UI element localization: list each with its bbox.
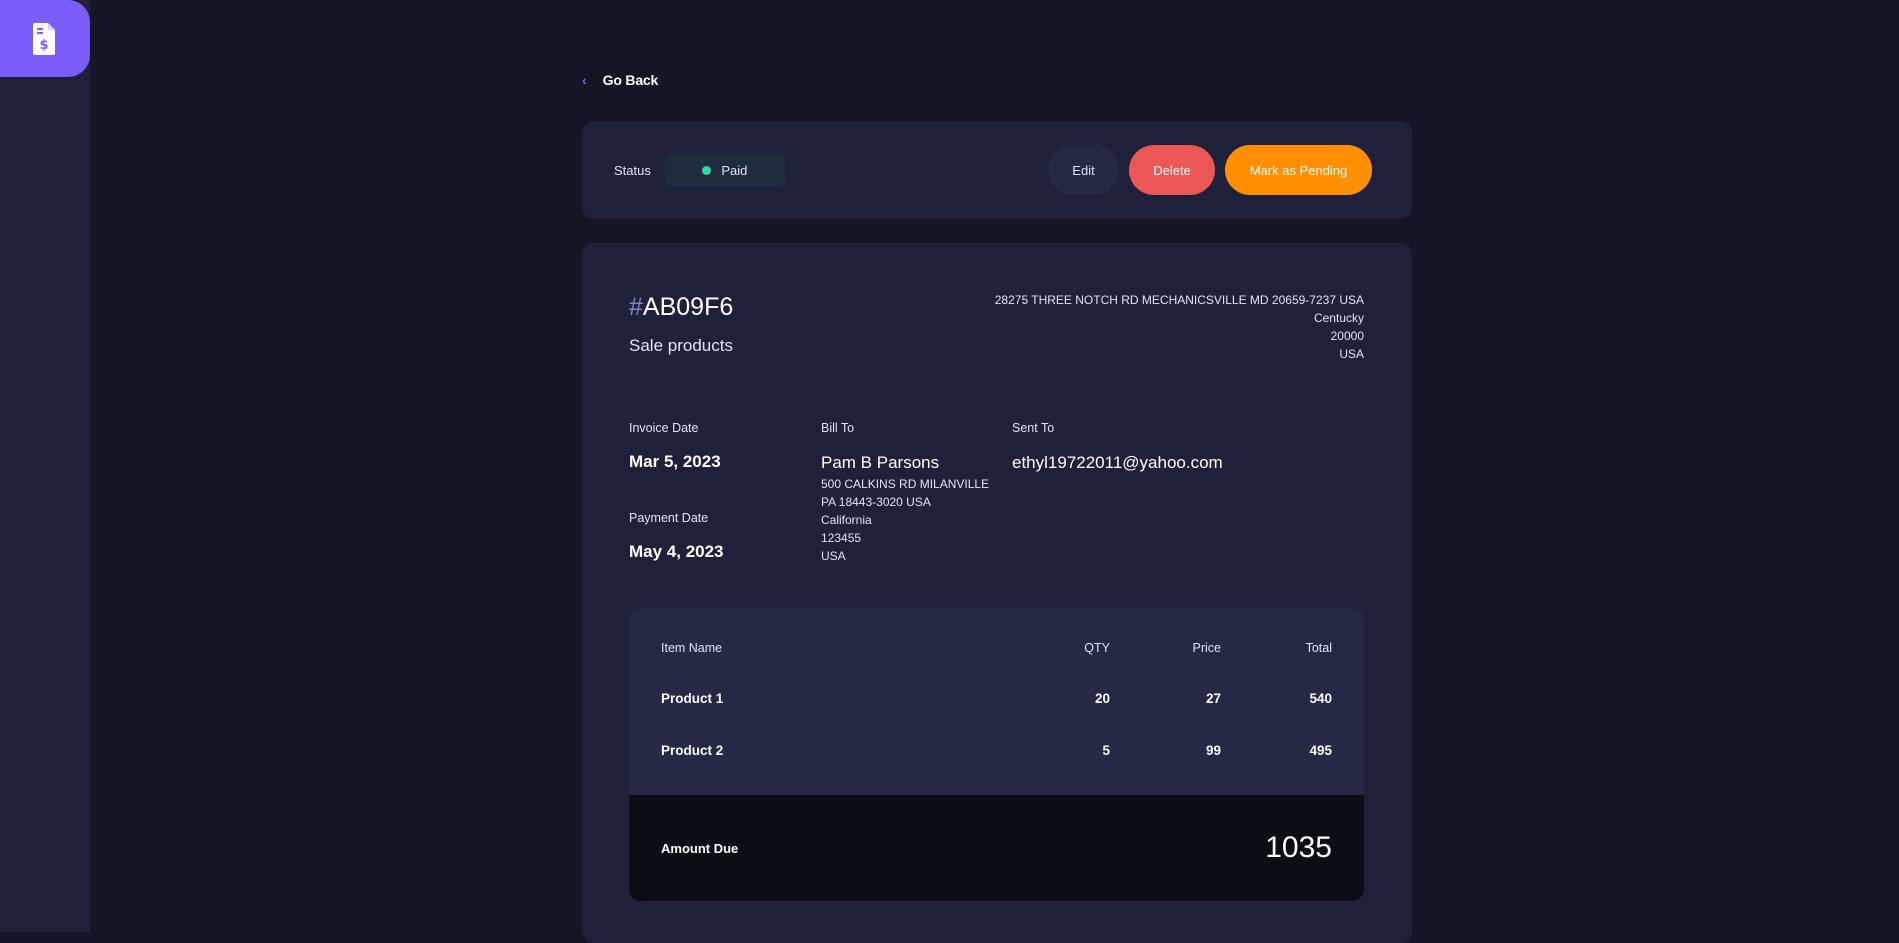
- dates-column: Invoice Date Mar 5, 2023 Payment Date Ma…: [629, 421, 724, 562]
- table-row: Product 2 5 99 495: [661, 743, 1332, 763]
- header-qty: QTY: [1084, 641, 1110, 655]
- amount-due-value: 1035: [1265, 831, 1332, 864]
- chevron-left-icon: ‹: [582, 72, 587, 88]
- bill-to-country: USA: [821, 549, 846, 563]
- amount-due-bar: Amount Due 1035: [629, 795, 1364, 901]
- status-dot-icon: [702, 165, 712, 175]
- go-back-label: Go Back: [602, 72, 659, 88]
- invoice-id: #AB09F6: [629, 293, 733, 322]
- invoice-id-value: AB09F6: [642, 293, 734, 321]
- sent-to-label: Sent To: [1012, 421, 1055, 435]
- bill-to-name: Pam B Parsons: [821, 453, 940, 472]
- sender-address: 28275 THREE NOTCH RD MECHANICSVILLE MD 2…: [995, 291, 1364, 363]
- invoice-id-hash: #: [629, 293, 643, 321]
- payment-date: May 4, 2023: [629, 542, 724, 561]
- edit-button[interactable]: Edit: [1048, 145, 1119, 195]
- bill-to-zip: 123455: [821, 531, 862, 545]
- item-price: 99: [1205, 743, 1221, 758]
- sent-to-email: ethyl19722011@yahoo.com: [1012, 453, 1223, 472]
- items-table: Item Name QTY Price Total Product 1 20 2…: [629, 608, 1364, 901]
- item-qty: 20: [1094, 691, 1110, 706]
- bill-to-column: Bill To Pam B Parsons 500 CALKINS RD MIL…: [821, 421, 989, 565]
- sender-zip: 20000: [1330, 329, 1364, 343]
- bill-to-state: California: [821, 513, 872, 527]
- item-total: 495: [1309, 743, 1332, 758]
- invoice-date-label: Invoice Date: [629, 421, 699, 435]
- status-badge: Paid: [664, 153, 785, 187]
- sender-country: USA: [1339, 347, 1364, 361]
- sidebar: $: [0, 0, 90, 932]
- go-back-link[interactable]: ‹ Go Back: [582, 70, 658, 90]
- status-label: Status: [614, 162, 651, 178]
- invoice-actions: Edit Delete Mark as Pending: [1048, 145, 1372, 195]
- invoice-description: Sale products: [629, 336, 733, 355]
- items-header-row: Item Name QTY Price Total: [661, 641, 1332, 661]
- delete-button[interactable]: Delete: [1129, 145, 1215, 195]
- invoice-date: Mar 5, 2023: [629, 452, 721, 471]
- item-qty: 5: [1102, 743, 1110, 758]
- bill-to-label: Bill To: [821, 421, 855, 435]
- table-row: Product 1 20 27 540: [661, 691, 1332, 711]
- amount-due-label: Amount Due: [661, 840, 739, 856]
- item-name: Product 2: [661, 743, 724, 758]
- invoice-dollar-icon: $: [33, 22, 55, 55]
- item-total: 540: [1309, 691, 1332, 706]
- header-total: Total: [1305, 641, 1332, 655]
- sender-state: Centucky: [1313, 311, 1364, 325]
- bill-to-city: PA 18443-3020 USA: [821, 495, 931, 509]
- header-item-name: Item Name: [661, 641, 723, 655]
- item-price: 27: [1205, 691, 1221, 706]
- mark-as-pending-button[interactable]: Mark as Pending: [1225, 145, 1372, 195]
- status-value: Paid: [721, 162, 748, 178]
- invoice-card: #AB09F6 Sale products 28275 THREE NOTCH …: [582, 243, 1412, 943]
- payment-date-label: Payment Date: [629, 511, 709, 525]
- svg-text:$: $: [39, 38, 48, 53]
- header-price: Price: [1192, 641, 1221, 655]
- status-bar: Status Paid Edit Delete Mark as Pending: [582, 121, 1412, 219]
- item-name: Product 1: [661, 691, 724, 706]
- bill-to-street: 500 CALKINS RD MILANVILLE: [821, 477, 990, 491]
- app-logo[interactable]: $: [0, 0, 90, 77]
- sent-to-column: Sent To ethyl19722011@yahoo.com: [1012, 421, 1223, 473]
- sender-street: 28275 THREE NOTCH RD MECHANICSVILLE MD 2…: [994, 293, 1364, 307]
